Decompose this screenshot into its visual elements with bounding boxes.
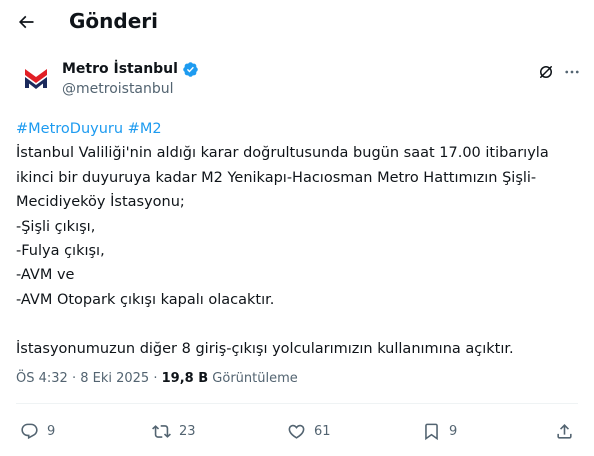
tweet-meta: ÖS 4:32 · 8 Eki 2025 · 19,8 B Görüntülem… xyxy=(16,370,298,388)
divider xyxy=(16,403,578,404)
author-display-name[interactable]: Metro İstanbul xyxy=(62,60,178,78)
page-title: Gönderi xyxy=(69,9,158,33)
repost-icon xyxy=(152,424,171,438)
tweet-line: İstanbul Valiliği'nin aldığı karar doğru… xyxy=(16,145,549,162)
name-row: Metro İstanbul xyxy=(62,60,199,78)
hashtag-line[interactable]: #MetroDuyuru #M2 xyxy=(16,117,581,141)
views-count: 19,8 B xyxy=(161,371,209,386)
back-button[interactable] xyxy=(12,8,40,36)
repost-count: 23 xyxy=(179,423,196,439)
tweet-line: ikinci bir duyuruya kadar M2 Yenikapı-Ha… xyxy=(16,169,537,186)
grok-button[interactable] xyxy=(536,62,556,82)
bookmark-button[interactable]: 9 xyxy=(422,418,457,444)
tweet-line: Mecidiyeköy İstasyonu; xyxy=(16,194,185,211)
post-date[interactable]: 8 Eki 2025 xyxy=(80,371,149,386)
author-handle[interactable]: @metroistanbul xyxy=(62,80,174,98)
metro-istanbul-logo xyxy=(16,58,56,98)
like-icon xyxy=(288,424,305,439)
like-button[interactable]: 61 xyxy=(287,418,331,444)
share-button[interactable] xyxy=(555,418,574,444)
bookmark-icon xyxy=(425,423,438,440)
back-arrow-icon xyxy=(18,15,34,29)
action-bar: 9 23 61 9 xyxy=(0,418,594,444)
tweet-line: -Şişli çıkışı, xyxy=(16,218,96,235)
more-icon xyxy=(565,70,579,74)
bookmark-count: 9 xyxy=(449,423,458,439)
tweet-text: #MetroDuyuru #M2 İstanbul Valiliği'nin a… xyxy=(16,117,581,361)
tweet-line: İstasyonumuzun diğer 8 giriş-çıkışı yolc… xyxy=(16,340,514,357)
tweet-line: -Fulya çıkışı, xyxy=(16,243,105,260)
meta-separator: · xyxy=(153,371,158,386)
reply-count: 9 xyxy=(47,423,56,439)
tweet-author: Metro İstanbul @metroistanbul xyxy=(16,58,579,100)
top-bar: Gönderi xyxy=(0,0,594,44)
tweet-line: -AVM Otopark çıkışı kapalı olacaktır. xyxy=(16,291,275,308)
post-time[interactable]: ÖS 4:32 xyxy=(16,371,68,386)
repost-button[interactable]: 23 xyxy=(152,418,196,444)
tweet-line: -AVM ve xyxy=(16,267,75,284)
views-label: Görüntüleme xyxy=(212,371,298,386)
avatar[interactable] xyxy=(16,58,56,98)
reply-button[interactable]: 9 xyxy=(20,418,55,444)
meta-separator: · xyxy=(71,371,77,386)
verified-badge-icon[interactable] xyxy=(182,61,199,78)
like-count: 61 xyxy=(314,423,331,439)
reply-icon xyxy=(21,423,38,439)
grok-icon xyxy=(540,66,552,78)
more-options-button[interactable] xyxy=(562,62,582,82)
share-icon xyxy=(557,423,572,439)
